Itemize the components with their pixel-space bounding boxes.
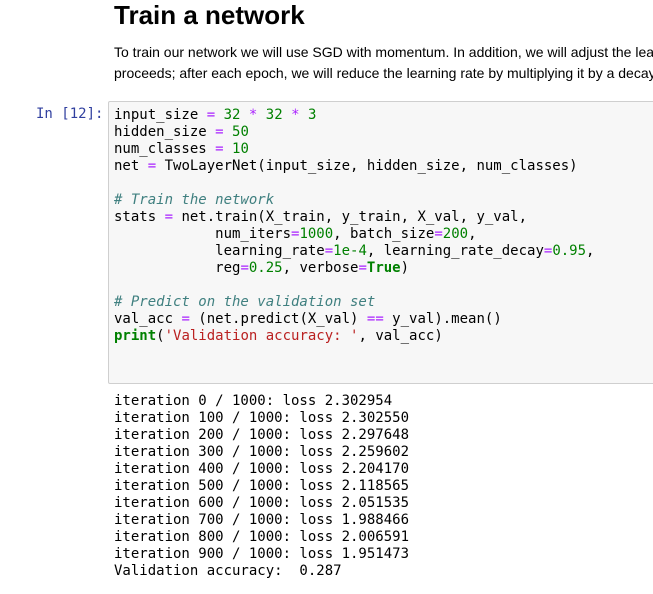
code-number: 50 <box>232 124 249 140</box>
code-line: print('Validation accuracy: ', val_acc) <box>114 328 594 345</box>
code-operator: = <box>215 141 224 157</box>
code-text: TwoLayerNet(input_size, hidden_size, num… <box>156 158 578 174</box>
input-prompt: In [12]: <box>36 106 104 122</box>
code-comment: # Predict on the validation set <box>114 294 376 310</box>
output-line: iteration 600 / 1000: loss 2.051535 <box>114 495 410 511</box>
code-text: num_classes <box>114 141 216 157</box>
code-line: # Train the network <box>114 192 594 209</box>
code-text: input_size <box>114 107 207 123</box>
code-text: hidden_size <box>114 124 216 140</box>
code-operator: = <box>240 260 249 276</box>
code-number: 0.25 <box>248 260 283 276</box>
code-line: hidden_size = 50 <box>114 124 594 141</box>
code-operator: = <box>434 226 443 242</box>
code-text: , val_acc) <box>358 328 443 344</box>
code-line: input_size = 32 * 32 * 3 <box>114 107 594 124</box>
code-line: stats = net.train(X_train, y_train, X_va… <box>114 209 594 226</box>
output-line: iteration 200 / 1000: loss 2.297648 <box>114 427 410 443</box>
code-string: 'Validation accuracy: ' <box>164 328 359 344</box>
code-operator: = <box>206 107 216 123</box>
code-line: num_iters=1000, batch_size=200, <box>114 226 594 243</box>
code-number: 0.95 <box>552 243 587 259</box>
code-text: learning_rate <box>114 243 325 259</box>
output-line: iteration 500 / 1000: loss 2.118565 <box>114 478 410 494</box>
code-text: ( <box>156 328 165 344</box>
code-editor[interactable]: input_size = 32 * 32 * 3 hidden_size = 50… <box>114 107 594 345</box>
code-text: reg <box>114 260 241 276</box>
paragraph-line: proceeds; after each epoch, we will redu… <box>114 65 653 81</box>
code-number: 1000 <box>299 226 334 242</box>
cell-output: iteration 0 / 1000: loss 2.302954 iterati… <box>114 393 409 580</box>
output-line: iteration 0 / 1000: loss 2.302954 <box>114 393 393 409</box>
code-number: 1e-4 <box>333 243 367 259</box>
code-line: # Predict on the validation set <box>114 294 594 311</box>
output-line: iteration 100 / 1000: loss 2.302550 <box>114 410 410 426</box>
code-text: num_iters <box>114 226 292 242</box>
code-line: net = TwoLayerNet(input_size, hidden_siz… <box>114 158 594 175</box>
code-number: 3 <box>307 107 317 123</box>
code-text: val_acc <box>114 311 182 327</box>
code-text: ) <box>400 260 410 276</box>
code-line: val_acc = (net.predict(X_val) == y_val).… <box>114 311 594 328</box>
code-operator: = <box>164 209 174 225</box>
code-text: , verbose <box>282 260 359 276</box>
intro-paragraph: To train our network we will use SGD wit… <box>114 42 653 84</box>
output-line: iteration 300 / 1000: loss 2.259602 <box>114 444 410 460</box>
code-operator: == <box>366 311 384 327</box>
code-operator: = <box>147 158 157 174</box>
code-text: , <box>468 226 477 242</box>
code-keyword: print <box>114 328 157 344</box>
code-line: num_classes = 10 <box>114 141 594 158</box>
section-heading: Train a network <box>114 0 305 30</box>
code-text: y_val).mean() <box>383 311 502 327</box>
code-number: 32 <box>265 107 283 123</box>
code-operator: = <box>215 124 224 140</box>
code-text: , <box>586 243 595 259</box>
output-line: iteration 400 / 1000: loss 2.204170 <box>114 461 410 477</box>
code-line: learning_rate=1e-4, learning_rate_decay=… <box>114 243 594 260</box>
code-text: (net.predict(X_val) <box>189 311 367 327</box>
paragraph-line: To train our network we will use SGD wit… <box>114 44 653 60</box>
code-operator: = <box>181 311 190 327</box>
code-text: , batch_size <box>333 226 435 242</box>
output-line: iteration 700 / 1000: loss 1.988466 <box>114 512 410 528</box>
code-text: net.train(X_train, y_train, X_val, y_val… <box>173 209 528 225</box>
code-text: net <box>114 158 148 174</box>
code-number: 10 <box>232 141 249 157</box>
code-line: reg=0.25, verbose=True) <box>114 260 594 277</box>
output-line: Validation accuracy: 0.287 <box>114 563 342 579</box>
code-text: , learning_rate_decay <box>366 243 544 259</box>
code-number: 200 <box>442 226 469 242</box>
code-comment: # Train the network <box>114 192 275 208</box>
code-number: 32 <box>223 107 241 123</box>
output-line: iteration 900 / 1000: loss 1.951473 <box>114 546 410 562</box>
code-operator: = <box>324 243 334 259</box>
code-keyword: True <box>366 260 401 276</box>
output-line: iteration 800 / 1000: loss 2.006591 <box>114 529 410 545</box>
code-operator: = <box>358 260 367 276</box>
code-operator: * <box>291 107 300 123</box>
code-text: stats <box>114 209 165 225</box>
